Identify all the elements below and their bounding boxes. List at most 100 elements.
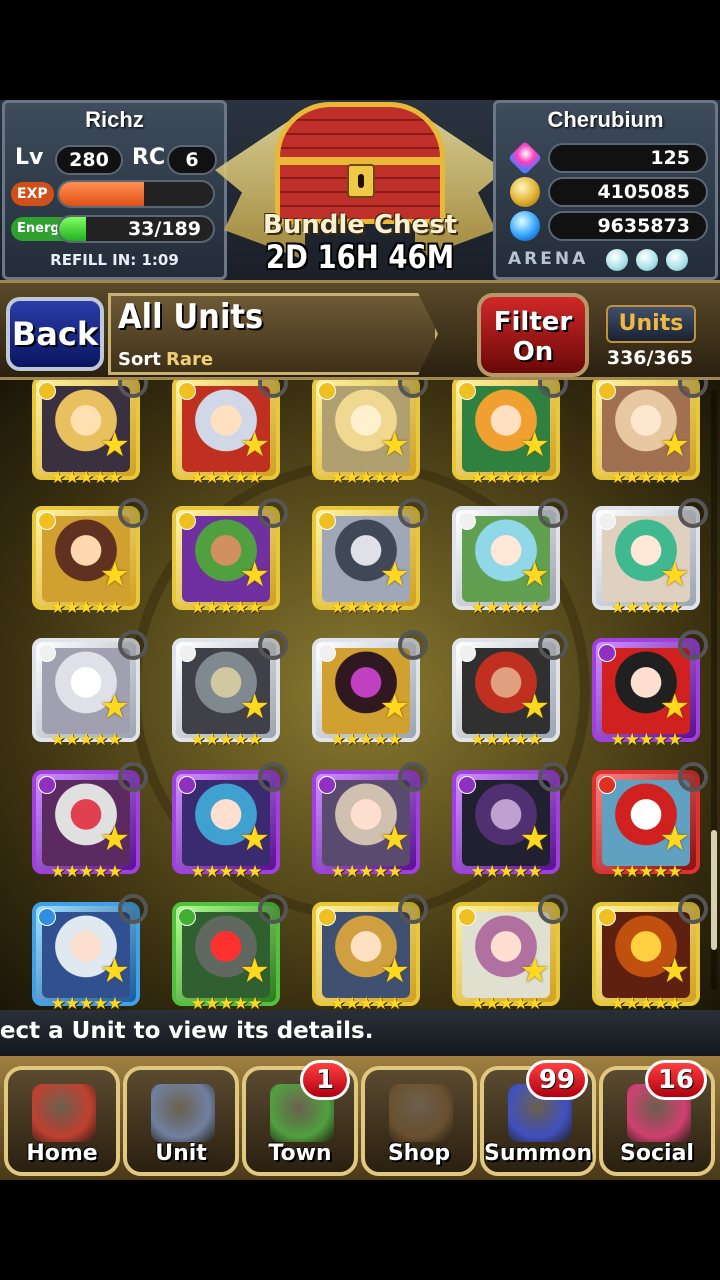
rarity-stars: ★★★★★ [50, 994, 122, 1010]
unit-card[interactable]: ★ ★★★★★ [312, 762, 428, 882]
level-label: Lv [15, 145, 44, 170]
unit-card[interactable]: ★ ★★★★★ [312, 498, 428, 618]
rarity-stars: ★★★★★ [610, 862, 682, 882]
exp-label: EXP [11, 182, 54, 206]
unit-card[interactable]: ★ ★★★★★ [172, 630, 288, 750]
unit-card[interactable]: ★ ★★★★★ [452, 894, 568, 1010]
select-checkbox[interactable] [398, 894, 428, 924]
select-checkbox[interactable] [398, 498, 428, 528]
rc-label: RC [132, 145, 166, 170]
unit-card[interactable]: ★ ★★★★★ [172, 498, 288, 618]
select-checkbox[interactable] [398, 762, 428, 792]
thunder-element-icon [178, 382, 196, 400]
nav-town-button[interactable]: Town 1 [242, 1060, 358, 1176]
account-name: Cherubium [547, 107, 664, 132]
rarity-star-icon: ★ [99, 425, 130, 465]
dark-element-icon [598, 644, 616, 662]
select-checkbox[interactable] [678, 630, 708, 660]
select-checkbox[interactable] [678, 498, 708, 528]
select-checkbox[interactable] [118, 630, 148, 660]
select-checkbox[interactable] [678, 762, 708, 792]
arena-label: ARENA [508, 249, 589, 269]
unit-card[interactable]: ★ ★★★★★ [452, 498, 568, 618]
select-checkbox[interactable] [258, 630, 288, 660]
rarity-star-icon: ★ [99, 951, 130, 991]
nav-social-button[interactable]: Social 16 [599, 1060, 715, 1176]
unit-card[interactable]: ★ ★★★★★ [452, 762, 568, 882]
unit-card[interactable]: ★ ★★★★★ [32, 894, 148, 1010]
select-checkbox[interactable] [258, 762, 288, 792]
units-button[interactable]: Units [606, 305, 696, 343]
unit-card[interactable]: ★ ★★★★★ [592, 498, 708, 618]
page-title: All Units [118, 297, 264, 337]
back-button[interactable]: Back [6, 297, 104, 371]
rarity-stars: ★★★★★ [190, 862, 262, 882]
unit-card[interactable]: ★ ★★★★★ [312, 380, 428, 488]
rarity-star-icon: ★ [519, 555, 550, 595]
select-checkbox[interactable] [118, 498, 148, 528]
thunder-element-icon [318, 382, 336, 400]
treasure-chest-icon [265, 102, 455, 224]
units-count: 336/365 [606, 347, 694, 369]
earth-element-icon [178, 908, 196, 926]
nav-home-button[interactable]: Home [4, 1066, 120, 1176]
unit-card[interactable]: ★ ★★★★★ [172, 894, 288, 1010]
unit-card[interactable]: ★ ★★★★★ [452, 380, 568, 488]
select-checkbox[interactable] [118, 894, 148, 924]
nav-label: Town [268, 1141, 332, 1166]
filter-button[interactable]: Filter On [477, 293, 589, 377]
select-checkbox[interactable] [398, 630, 428, 660]
unit-card[interactable]: ★ ★★★★★ [592, 380, 708, 488]
light-element-icon [318, 644, 336, 662]
level-value: 280 [55, 145, 123, 175]
fire-element-icon [598, 776, 616, 794]
unit-card[interactable]: ★ ★★★★★ [172, 380, 288, 488]
unit-card[interactable]: ★ ★★★★★ [32, 380, 148, 488]
light-element-icon [178, 644, 196, 662]
nav-summon-button[interactable]: Summon 99 [480, 1060, 596, 1176]
select-checkbox[interactable] [678, 894, 708, 924]
nav-label: Unit [155, 1141, 207, 1166]
unit-card[interactable]: ★ ★★★★★ [312, 894, 428, 1010]
nav-shop-button[interactable]: Shop [361, 1066, 477, 1176]
karma-value: 9635873 [548, 211, 708, 241]
unit-grid[interactable]: ★ ★★★★★ ★ ★★★★★ ★ ★★★★★ ★ ★★★★★ ★ ★★★★★ ★ ★★★★★ ★ ★★★… [0, 380, 720, 1010]
rarity-star-icon: ★ [239, 819, 270, 859]
bottom-navigation: Home Unit Town 1 Shop Summon 99 Social 16 [0, 1056, 720, 1180]
water-element-icon [38, 908, 56, 926]
rarity-star-icon: ★ [239, 951, 270, 991]
unit-card[interactable]: ★ ★★★★★ [32, 762, 148, 882]
rarity-stars: ★★★★★ [330, 468, 402, 488]
player-name: Richz [85, 107, 144, 132]
select-checkbox[interactable] [258, 894, 288, 924]
unit-card[interactable]: ★ ★★★★★ [312, 630, 428, 750]
unit-card[interactable]: ★ ★★★★★ [592, 630, 708, 750]
select-checkbox[interactable] [538, 894, 568, 924]
karma-row: 9635873 [510, 211, 710, 241]
rarity-star-icon: ★ [519, 687, 550, 727]
filter-label: Filter [493, 307, 573, 337]
unit-card[interactable]: ★ ★★★★★ [452, 630, 568, 750]
sort-value: Rare [166, 349, 214, 370]
thunder-element-icon [178, 512, 196, 530]
bundle-chest[interactable]: Bundle Chest 2D 16H 46M 23S [215, 100, 505, 314]
gems-value: 125 [548, 143, 708, 173]
zel-coin-icon [510, 177, 540, 207]
unit-card[interactable]: ★ ★★★★★ [592, 894, 708, 1010]
arena-orb-icon [636, 249, 658, 271]
unit-card[interactable]: ★ ★★★★★ [592, 762, 708, 882]
unit-card[interactable]: ★ ★★★★★ [32, 630, 148, 750]
unit-card[interactable]: ★ ★★★★★ [172, 762, 288, 882]
thunder-element-icon [598, 908, 616, 926]
rarity-star-icon: ★ [239, 425, 270, 465]
unit-card[interactable]: ★ ★★★★★ [32, 498, 148, 618]
select-checkbox[interactable] [538, 630, 568, 660]
select-checkbox[interactable] [258, 498, 288, 528]
select-checkbox[interactable] [538, 762, 568, 792]
nav-unit-button[interactable]: Unit [123, 1066, 239, 1176]
scrollbar-thumb[interactable] [711, 830, 717, 950]
sort-label: Sort [118, 349, 161, 370]
select-checkbox[interactable] [538, 498, 568, 528]
rarity-stars: ★★★★★ [50, 730, 122, 750]
select-checkbox[interactable] [118, 762, 148, 792]
